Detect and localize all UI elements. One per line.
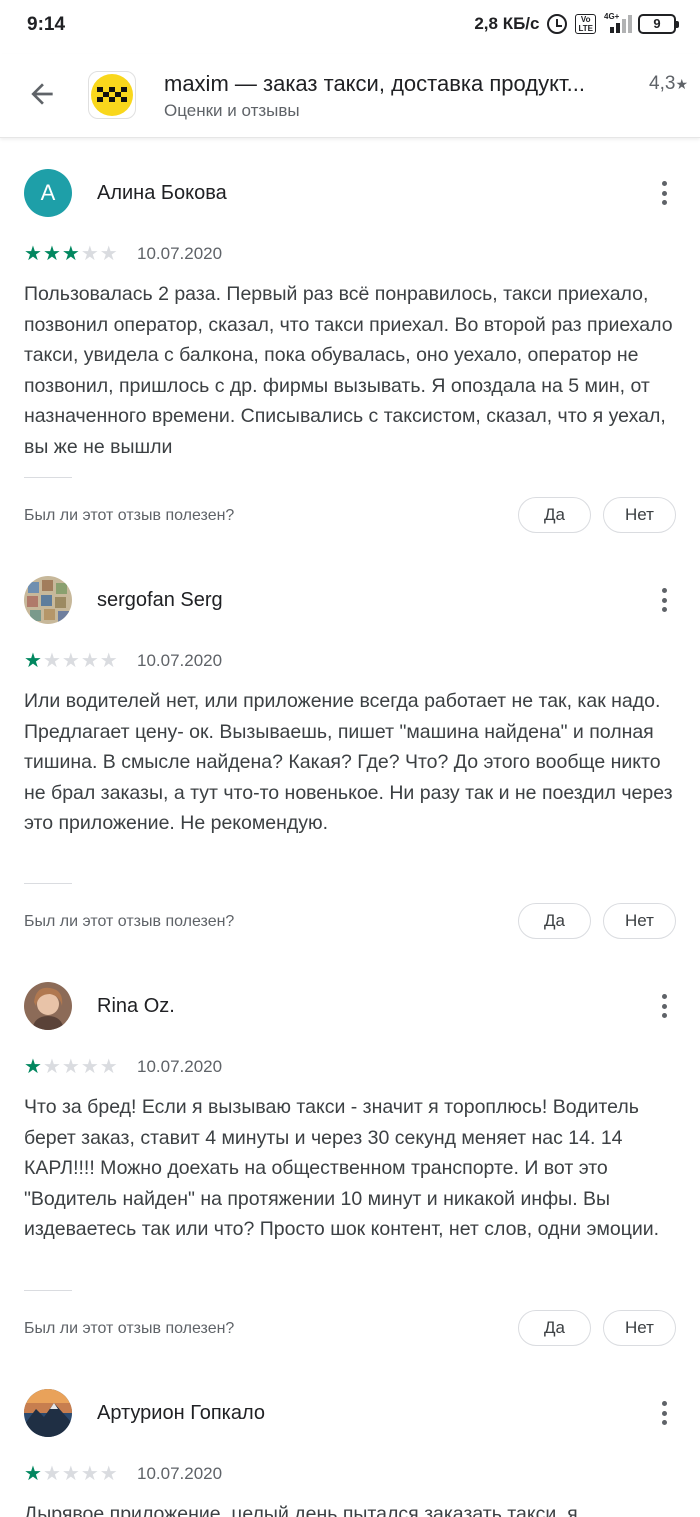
review-author: Алина Бокова xyxy=(97,182,227,204)
volte-icon: Vo LTE xyxy=(575,14,596,34)
helpful-yes-button[interactable]: Да xyxy=(518,903,591,939)
divider xyxy=(24,883,72,884)
review-date: 10.07.2020 xyxy=(137,244,223,263)
star-rating: ★ ★ ★ ★ ★ xyxy=(24,244,118,264)
helpful-yes-button[interactable]: Да xyxy=(518,497,591,533)
more-options-icon[interactable] xyxy=(652,585,676,615)
star-empty-icon: ★ xyxy=(80,650,99,672)
star-empty-icon: ★ xyxy=(99,1056,118,1078)
star-rating: ★ ★ ★ ★ ★ xyxy=(24,651,118,671)
star-filled-icon: ★ xyxy=(24,243,42,265)
star-filled-icon: ★ xyxy=(61,243,80,265)
avatar xyxy=(24,576,72,624)
review-author: Артурион Гопкало xyxy=(97,1402,265,1424)
star-empty-icon: ★ xyxy=(99,243,118,265)
star-empty-icon: ★ xyxy=(42,1463,61,1485)
taxi-checker-icon xyxy=(97,87,127,102)
star-rating: ★ ★ ★ ★ ★ xyxy=(24,1057,118,1077)
divider xyxy=(24,1290,72,1291)
status-bar: 9:14 2,8 КБ/с Vo LTE 4G+ 9 xyxy=(0,0,700,54)
star-empty-icon: ★ xyxy=(61,1056,80,1078)
review-author: sergofan Serg xyxy=(97,589,223,611)
avatar: A xyxy=(24,169,72,217)
helpful-no-button[interactable]: Нет xyxy=(603,497,676,533)
page-subtitle: Оценки и отзывы xyxy=(164,101,300,120)
status-time: 9:14 xyxy=(27,14,66,35)
star-rating: ★ ★ ★ ★ ★ xyxy=(24,1464,118,1484)
star-empty-icon: ★ xyxy=(42,1056,61,1078)
review-text: Дырявое приложение, целый день пытался з… xyxy=(24,1503,578,1517)
app-rating: 4,3★ xyxy=(649,73,688,94)
helpful-question: Был ли этот отзыв полезен? xyxy=(24,1320,235,1337)
helpful-question: Был ли этот отзыв полезен? xyxy=(24,913,235,930)
review-date: 10.07.2020 xyxy=(137,1464,223,1483)
star-empty-icon: ★ xyxy=(80,1056,99,1078)
star-empty-icon: ★ xyxy=(61,650,80,672)
net-speed: 2,8 КБ/с xyxy=(474,14,540,33)
star-empty-icon: ★ xyxy=(42,650,61,672)
app-bar: maxim — заказ такси, доставка продукт...… xyxy=(0,54,700,138)
helpful-no-button[interactable]: Нет xyxy=(603,903,676,939)
review-date: 10.07.2020 xyxy=(137,651,223,670)
star-empty-icon: ★ xyxy=(99,650,118,672)
signal-icon: 4G+ xyxy=(604,12,632,33)
app-title: maxim — заказ такси, доставка продукт... xyxy=(164,71,585,96)
avatar xyxy=(24,1389,72,1437)
review-author: Rina Oz. xyxy=(97,995,175,1017)
star-icon: ★ xyxy=(675,76,688,92)
review-text: Или водителей нет, или приложение всегда… xyxy=(24,690,673,834)
more-options-icon[interactable] xyxy=(652,991,676,1021)
app-icon xyxy=(88,71,136,119)
avatar xyxy=(24,982,72,1030)
helpful-yes-button[interactable]: Да xyxy=(518,1310,591,1346)
star-empty-icon: ★ xyxy=(61,1463,80,1485)
star-filled-icon: ★ xyxy=(24,1056,42,1078)
star-filled-icon: ★ xyxy=(24,650,42,672)
alarm-icon xyxy=(547,14,568,34)
star-empty-icon: ★ xyxy=(99,1463,118,1485)
review-text: Что за бред! Если я вызываю такси - знач… xyxy=(24,1096,660,1240)
helpful-question: Был ли этот отзыв полезен? xyxy=(24,507,235,524)
star-filled-icon: ★ xyxy=(24,1463,42,1485)
more-options-icon[interactable] xyxy=(652,178,676,208)
more-options-icon[interactable] xyxy=(652,1398,676,1428)
star-empty-icon: ★ xyxy=(80,243,99,265)
battery-icon: 9 xyxy=(638,14,679,34)
review-date: 10.07.2020 xyxy=(137,1057,223,1076)
star-empty-icon: ★ xyxy=(80,1463,99,1485)
status-icons: 2,8 КБ/с Vo LTE 4G+ 9 xyxy=(474,12,679,34)
helpful-no-button[interactable]: Нет xyxy=(603,1310,676,1346)
review-text: Пользовалась 2 раза. Первый раз всё понр… xyxy=(24,283,673,458)
star-filled-icon: ★ xyxy=(42,243,61,265)
divider xyxy=(24,477,72,478)
back-arrow-icon[interactable] xyxy=(26,78,58,110)
